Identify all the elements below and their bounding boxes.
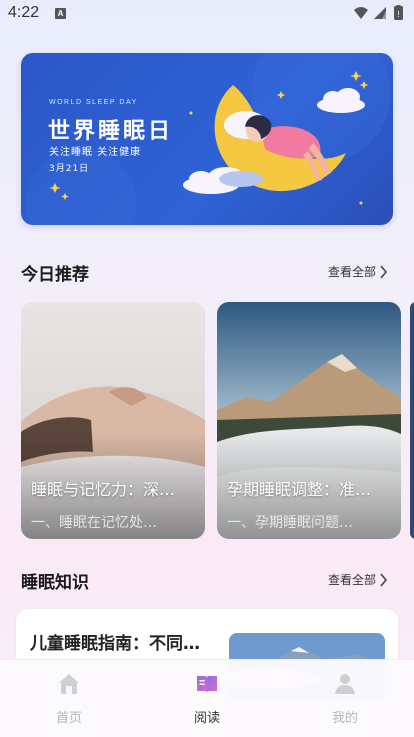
tab-read[interactable]: 阅读	[138, 660, 276, 737]
signal-icon	[374, 7, 386, 19]
chevron-right-icon	[380, 572, 388, 587]
tab-label: 我的	[331, 711, 358, 726]
today-recommend-title: 今日推荐	[21, 265, 89, 285]
banner-date: 3月21日	[49, 164, 90, 174]
notification-icon: A	[55, 8, 66, 19]
status-bar: 4:22 A !	[0, 0, 414, 28]
sleep-knowledge-see-all[interactable]: 查看全部	[328, 571, 388, 588]
tab-label: 首页	[55, 711, 82, 726]
tab-home[interactable]: 首页	[0, 660, 138, 737]
mountain-photo	[217, 302, 401, 539]
chevron-right-icon	[380, 264, 388, 279]
banner-title: 世界睡眠日	[48, 119, 174, 144]
tab-profile[interactable]: 我的	[276, 660, 414, 737]
battery-icon: !	[394, 5, 403, 20]
see-all-label: 查看全部	[327, 265, 376, 279]
svg-text:!: !	[397, 10, 399, 19]
profile-icon	[335, 674, 355, 694]
sleep-knowledge-title: 睡眠知识	[21, 573, 89, 593]
today-recommend-see-all[interactable]: 查看全部	[328, 263, 388, 280]
banner-english-title: WORLD SLEEP DAY	[49, 99, 138, 106]
wifi-icon	[354, 7, 368, 19]
knowledge-item-title: 儿童睡眠指南：不同…	[30, 634, 200, 654]
recommend-card-pregnancy[interactable]: 孕期睡眠调整：准… 一、孕期睡眠问题…	[217, 302, 401, 539]
bottom-tab-bar: 首页 阅读 我的	[0, 659, 414, 737]
see-all-label: 查看全部	[327, 573, 376, 587]
home-icon	[59, 674, 79, 694]
sleeping-man-photo	[21, 302, 205, 539]
banner-subtitle: 关注睡眠 关注健康	[49, 147, 142, 158]
book-icon	[197, 676, 217, 693]
status-icons: !	[354, 5, 403, 20]
card-subtitle: 一、孕期睡眠问题…	[227, 515, 353, 531]
world-sleep-day-banner[interactable]: WORLD SLEEP DAY 世界睡眠日 关注睡眠 关注健康 3月21日	[21, 53, 393, 225]
card-title: 睡眠与记忆力：深…	[31, 480, 176, 499]
tab-label: 阅读	[193, 711, 220, 726]
recommend-card-memory[interactable]: 睡眠与记忆力：深… 一、睡眠在记忆处…	[21, 302, 205, 539]
status-time: 4:22	[8, 4, 40, 21]
card-subtitle: 一、睡眠在记忆处…	[31, 515, 157, 531]
card-title: 孕期睡眠调整：准…	[227, 480, 372, 499]
next-card-peek[interactable]	[410, 302, 414, 539]
